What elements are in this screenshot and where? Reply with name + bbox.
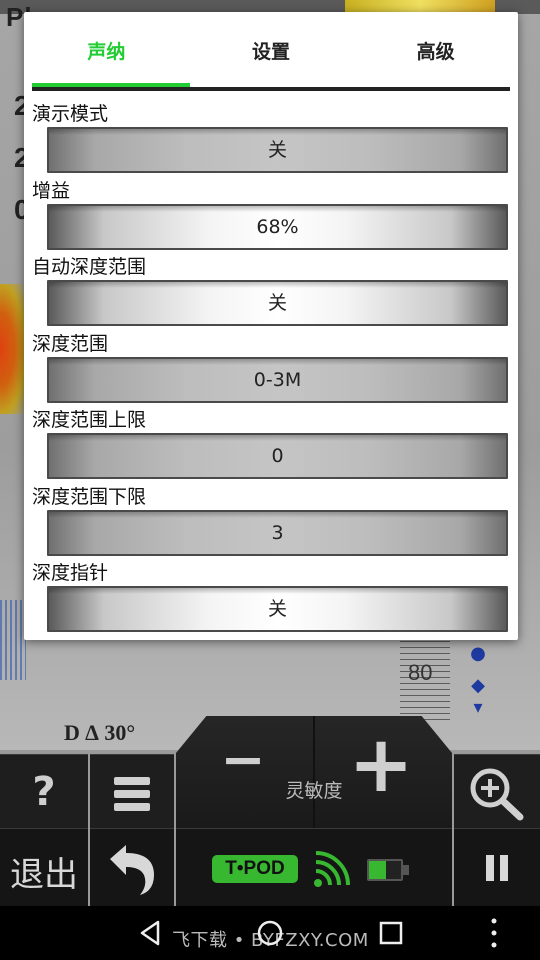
setting-label: 增益 xyxy=(32,179,71,202)
menu-icon xyxy=(114,777,150,811)
menu-button[interactable] xyxy=(90,754,174,828)
sonar-return-blob xyxy=(0,284,26,414)
setting-depth-range: 深度范围 0-3M xyxy=(32,330,510,407)
setting-label: 演示模式 xyxy=(32,103,109,125)
auto-depth-range-selector[interactable]: 关 xyxy=(47,280,508,326)
nav-back-icon[interactable] xyxy=(136,918,166,948)
setting-label: 深度范围上限 xyxy=(32,409,147,431)
sensitivity-minus-button[interactable]: − xyxy=(218,730,268,790)
sensitivity-plus-button[interactable]: + xyxy=(346,726,416,804)
depth-range-selector[interactable]: 0-3M xyxy=(47,356,508,403)
depth-marker-label: 80 xyxy=(408,660,433,685)
tab-bar: 声纳 设置 高级 xyxy=(24,12,518,92)
setting-label: 深度范围下限 xyxy=(32,485,147,508)
pause-icon xyxy=(486,855,508,881)
sonar-noise-left xyxy=(0,600,26,680)
tab-advanced[interactable]: 高级 xyxy=(353,12,518,92)
tab-sonar[interactable]: 声纳 xyxy=(24,12,189,92)
battery-icon xyxy=(367,859,409,881)
setting-gain: 增益 68% xyxy=(32,177,510,254)
nav-recents-icon[interactable] xyxy=(376,918,406,948)
overflow-menu-icon[interactable] xyxy=(488,916,500,950)
tab-divider xyxy=(32,87,510,91)
sonar-settings-dialog: 声纳 设置 高级 演示模式 关 增益 68% 自动深度范围 关 深度范围 0-3… xyxy=(24,12,518,640)
settings-list: 演示模式 关 增益 68% 自动深度范围 关 深度范围 0-3M 深度范围上限 … xyxy=(32,100,510,636)
setting-demo-mode: 演示模式 关 xyxy=(32,100,510,177)
device-badge: T•POD xyxy=(212,855,298,883)
setting-auto-depth-range: 自动深度范围 关 xyxy=(32,253,510,330)
gain-selector[interactable]: 68% xyxy=(47,203,508,250)
setting-depth-pointer: 深度指针 关 xyxy=(32,559,510,636)
setting-label: 深度范围 xyxy=(32,332,109,355)
depth-pointer-selector[interactable]: 关 xyxy=(47,586,508,632)
bottom-row: 退出 T•POD xyxy=(0,828,540,906)
undo-button[interactable] xyxy=(90,828,174,906)
zoom-button[interactable] xyxy=(454,754,540,828)
fish-icon: ● xyxy=(470,643,486,664)
setting-label: 自动深度范围 xyxy=(32,256,147,278)
zoom-in-icon xyxy=(470,768,524,821)
help-button[interactable]: ? xyxy=(0,754,88,828)
system-nav-bar: 飞下载 • BYFZXY.COM xyxy=(0,906,540,960)
setting-depth-range-upper: 深度范围上限 0 xyxy=(32,406,510,483)
setting-depth-range-lower: 深度范围下限 3 xyxy=(32,483,510,560)
demo-mode-selector[interactable]: 关 xyxy=(47,127,508,173)
depth-range-upper-selector[interactable]: 0 xyxy=(47,433,508,479)
fish-icon: ▾ xyxy=(473,697,483,718)
fish-icon: ◆ xyxy=(471,675,485,696)
help-icon: ? xyxy=(32,769,56,815)
undo-arrow-icon xyxy=(110,845,154,895)
sensitivity-panel: − + 灵敏度 xyxy=(176,716,452,828)
sensitivity-label: 灵敏度 xyxy=(285,780,343,802)
device-status-area: T•POD xyxy=(176,828,452,906)
exit-label: 退出 xyxy=(10,855,78,895)
exit-button[interactable]: 退出 xyxy=(0,828,88,906)
depth-range-lower-selector[interactable]: 3 xyxy=(47,509,508,556)
control-panel: − + 灵敏度 ? 退出 T•POD xyxy=(0,716,540,906)
wifi-signal-icon xyxy=(314,851,350,887)
tab-settings[interactable]: 设置 xyxy=(189,12,354,92)
pause-button[interactable] xyxy=(454,828,540,906)
nav-home-icon[interactable] xyxy=(255,918,285,948)
setting-label: 深度指针 xyxy=(32,562,109,584)
